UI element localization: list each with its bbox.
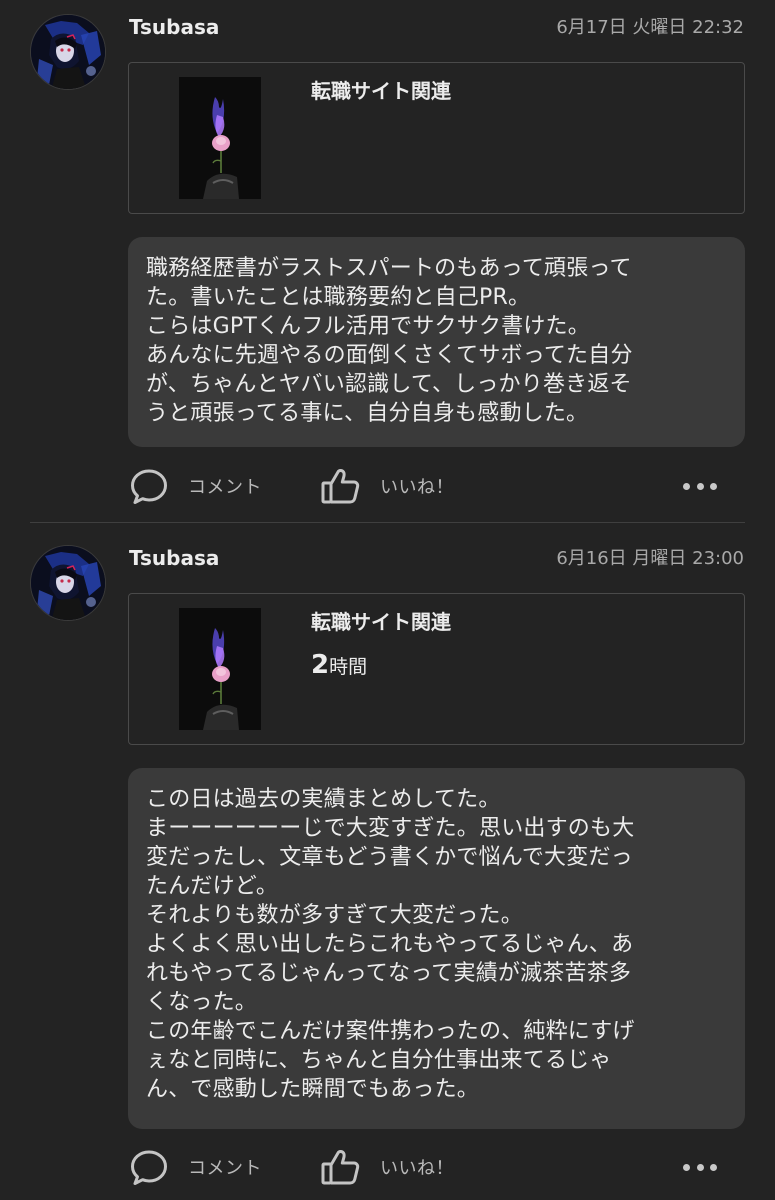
more-options-button[interactable] xyxy=(683,1155,717,1179)
more-dots-icon xyxy=(710,1163,717,1171)
more-dots-icon xyxy=(710,482,717,490)
comment-button[interactable]: コメント xyxy=(128,1145,262,1189)
duration-number: 2 xyxy=(311,650,330,680)
avatar[interactable] xyxy=(30,545,106,621)
post-timestamp: 6月17日 火曜日 22:32 xyxy=(556,17,744,38)
post-text-line: よくよく思い出したらこれもやってるじゃん、あ xyxy=(146,932,634,957)
author-name[interactable]: Tsubasa xyxy=(129,14,219,40)
post-body: この日は過去の実績まとめしてた。 まーーーーーーじで大変すぎた。思い出すのも大 … xyxy=(128,768,745,1129)
post-text-line: それよりも数が多すぎて大変だった。 xyxy=(146,903,523,928)
card-thumbnail xyxy=(179,77,261,199)
post-actions: コメント いいね！ xyxy=(0,464,775,508)
more-options-button[interactable] xyxy=(683,474,717,498)
post: Tsubasa 6月17日 火曜日 22:32 転職サイト関連 職務経歴書がラス… xyxy=(0,0,775,522)
card-title: 転職サイト関連 xyxy=(311,610,451,634)
post-text-line: この年齢でこんだけ案件携わったの、純粋にすげ xyxy=(146,1019,635,1044)
post-text-line: が、ちゃんとヤバい認識して、しっかり巻き返そ xyxy=(146,372,632,397)
more-dots-icon xyxy=(696,1163,704,1171)
post-text-line: 変だったし、文章もどう書くかで悩んで大変だっ xyxy=(146,845,633,870)
like-label: いいね！ xyxy=(380,477,454,498)
speech-bubble-icon xyxy=(131,469,167,504)
like-label: いいね！ xyxy=(380,1158,454,1179)
thumbs-up-icon xyxy=(321,1150,360,1185)
post-text-line: れもやってるじゃんってなって実績が滅茶苦茶多 xyxy=(146,961,632,986)
speech-bubble-icon xyxy=(131,1150,167,1185)
comment-button[interactable]: コメント xyxy=(128,464,262,508)
avatar[interactable] xyxy=(30,14,106,90)
card-thumbnail xyxy=(179,608,261,730)
activity-card[interactable]: 転職サイト関連 2時間 xyxy=(128,593,745,745)
post-text-line: あんなに先週やるの面倒くさくてサボってた自分 xyxy=(146,343,633,368)
avatar-image xyxy=(31,546,105,620)
duration-unit: 時間 xyxy=(329,656,368,678)
avatar-image xyxy=(31,15,105,89)
rose-flame-image xyxy=(179,77,261,199)
more-dots-icon xyxy=(683,1163,690,1171)
card-duration: 2時間 xyxy=(311,648,367,685)
comment-label: コメント xyxy=(188,477,262,498)
post-text-line: 職務経歴書がラストスパートのもあって頑張って xyxy=(146,256,632,281)
post-text-line: ぇなと同時に、ちゃんと自分仕事出来てるじゃ xyxy=(146,1048,612,1073)
activity-feed: Tsubasa 6月17日 火曜日 22:32 転職サイト関連 職務経歴書がラス… xyxy=(0,0,775,1200)
post-body: 職務経歴書がラストスパートのもあって頑張って た。書いたことは職務要約と自己PR… xyxy=(128,237,745,447)
card-title: 転職サイト関連 xyxy=(311,79,451,103)
rose-flame-image xyxy=(179,608,261,730)
post-text-line: こらはGPTくんフル活用でサクサク書けた。 xyxy=(146,314,590,339)
post-text-line: くなった。 xyxy=(146,990,258,1015)
post-text-line: た。書いたことは職務要約と自己PR。 xyxy=(146,285,531,310)
like-button[interactable]: いいね！ xyxy=(320,1145,454,1189)
more-dots-icon xyxy=(683,482,690,490)
post-text-line: ん、で感動した瞬間でもあった。 xyxy=(146,1077,480,1102)
post-timestamp: 6月16日 月曜日 23:00 xyxy=(556,548,744,569)
more-dots-icon xyxy=(696,482,704,490)
thumbs-up-icon xyxy=(321,469,360,504)
like-button[interactable]: いいね！ xyxy=(320,464,454,508)
post-actions: コメント いいね！ xyxy=(0,1145,775,1189)
activity-card[interactable]: 転職サイト関連 xyxy=(128,62,745,214)
post-text-line: まーーーーーーじで大変すぎた。思い出すのも大 xyxy=(146,816,635,841)
author-name[interactable]: Tsubasa xyxy=(129,545,219,571)
post-divider xyxy=(30,522,745,523)
post: Tsubasa 6月16日 月曜日 23:00 転職サイト関連 2時間 この日は… xyxy=(0,531,775,1200)
comment-label: コメント xyxy=(188,1158,262,1179)
post-text-line: この日は過去の実績まとめしてた。 xyxy=(146,787,501,812)
post-text-line: うと頑張ってる事に、自分自身も感動した。 xyxy=(146,401,589,426)
post-text-line: たんだけど。 xyxy=(146,874,279,899)
